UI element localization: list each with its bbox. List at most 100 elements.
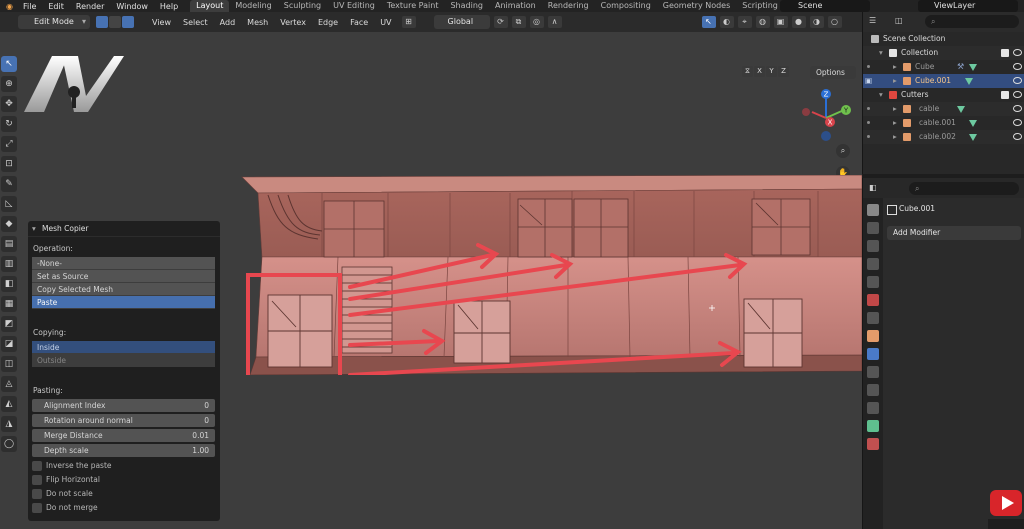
outliner-row-collection[interactable]: ▾ Collection <box>863 46 1024 60</box>
physics-tab-icon[interactable] <box>867 384 879 396</box>
outliner-search-input[interactable]: ⌕ <box>925 15 1019 28</box>
menu-select[interactable]: Select <box>177 18 214 27</box>
menu-uv[interactable]: UV <box>374 18 397 27</box>
output-tab-icon[interactable] <box>867 240 879 252</box>
navigation-gizmo[interactable]: Z Y X <box>800 88 852 144</box>
smooth-tool-icon[interactable]: ◬ <box>1 376 17 392</box>
menu-face[interactable]: Face <box>344 18 374 27</box>
tab-sculpting[interactable]: Sculpting <box>278 0 327 12</box>
shear-tool-icon[interactable]: ◮ <box>1 416 17 432</box>
outliner-row-cutters[interactable]: ▾ Cutters <box>863 88 1024 102</box>
outliner-row-cube[interactable]: ▸ Cube ⚒ <box>863 60 1024 74</box>
face-select-icon[interactable] <box>122 16 134 28</box>
alignment-index-field[interactable]: Alignment Index 0 <box>32 399 215 412</box>
tab-shading[interactable]: Shading <box>444 0 489 12</box>
outliner-row-cube-001[interactable]: ▣ ▸ Cube.001 <box>863 74 1024 88</box>
rotation-around-normal-field[interactable]: Rotation around normal 0 <box>32 414 215 427</box>
transform-tool-icon[interactable]: ⊡ <box>1 156 17 172</box>
extrude-tool-icon[interactable]: ▤ <box>1 236 17 252</box>
knife-tool-icon[interactable]: ◩ <box>1 316 17 332</box>
mode-dropdown[interactable]: Edit Mode <box>18 15 90 29</box>
outliner-row-cable[interactable]: ▸ cable <box>863 102 1024 116</box>
xray-icon[interactable]: ▣ <box>773 16 788 28</box>
3d-viewport[interactable]: ↖ ⊕ ✥ ↻ ⤢ ⊡ ✎ ◺ ◆ ▤ ▥ ◧ ▦ ◩ ◪ ◫ ◬ ◭ ◮ ◯ … <box>0 32 862 529</box>
blender-logo-icon[interactable]: ◉ <box>6 2 17 11</box>
panel-title[interactable]: Mesh Copier <box>28 221 220 237</box>
properties-search-input[interactable]: ⌕ <box>909 182 1019 195</box>
outliner-row-cable-001[interactable]: ▸ cable.001 <box>863 116 1024 130</box>
rip-tool-icon[interactable]: ◯ <box>1 436 17 452</box>
menu-file[interactable]: File <box>17 2 42 11</box>
collection-tab-icon[interactable] <box>867 312 879 324</box>
eye-icon[interactable] <box>1013 91 1022 98</box>
vertex-select-icon[interactable] <box>96 16 108 28</box>
tab-geometry-nodes[interactable]: Geometry Nodes <box>657 0 736 12</box>
particles-tab-icon[interactable] <box>867 366 879 378</box>
tab-modeling[interactable]: Modeling <box>229 0 277 12</box>
data-tab-icon[interactable] <box>867 420 879 432</box>
operation-none-option[interactable]: -None- <box>32 257 215 270</box>
copying-inside-option[interactable]: Inside <box>32 341 215 354</box>
menu-mesh[interactable]: Mesh <box>241 18 274 27</box>
rotate-tool-icon[interactable]: ↻ <box>1 116 17 132</box>
gizmo-icon[interactable]: ⌖ <box>737 16 752 28</box>
expand-arrow-icon[interactable]: ▸ <box>893 116 897 130</box>
menu-view[interactable]: View <box>146 18 177 27</box>
tab-compositing[interactable]: Compositing <box>595 0 657 12</box>
add-cube-tool-icon[interactable]: ◆ <box>1 216 17 232</box>
tab-scripting[interactable]: Scripting <box>736 0 784 12</box>
tab-uv-editing[interactable]: UV Editing <box>327 0 381 12</box>
expand-arrow-icon[interactable]: ▸ <box>893 60 897 74</box>
exclude-checkbox-icon[interactable] <box>1001 91 1009 99</box>
modifier-tab-icon[interactable] <box>867 348 879 360</box>
tool-tab-icon[interactable] <box>867 204 879 216</box>
expand-arrow-icon[interactable]: ▸ <box>893 102 897 116</box>
annotate-tool-icon[interactable]: ✎ <box>1 176 17 192</box>
eye-icon[interactable] <box>1013 119 1022 126</box>
eye-icon[interactable] <box>1013 49 1022 56</box>
exclude-checkbox-icon[interactable] <box>1001 49 1009 57</box>
view-layer-selector[interactable]: ViewLayer <box>918 0 1018 12</box>
tab-animation[interactable]: Animation <box>489 0 542 12</box>
falloff-icon[interactable]: ∧ <box>547 16 562 28</box>
loop-cut-tool-icon[interactable]: ▦ <box>1 296 17 312</box>
editor-type-icon[interactable]: ◧ <box>869 183 877 192</box>
mesh-model[interactable] <box>238 175 862 375</box>
outliner-row-scene-collection[interactable]: Scene Collection <box>863 32 1024 46</box>
do-not-scale-checkbox[interactable]: Do not scale <box>32 487 220 501</box>
world-tab-icon[interactable] <box>867 294 879 306</box>
tab-layout[interactable]: Layout <box>190 0 230 12</box>
select-tool-icon[interactable]: ↖ <box>1 56 17 72</box>
cursor-tool-icon[interactable]: ⊕ <box>1 76 17 92</box>
menu-add[interactable]: Add <box>214 18 242 27</box>
edge-select-icon[interactable] <box>109 16 121 28</box>
axis-x-button[interactable]: X <box>754 66 765 77</box>
copying-outside-option[interactable]: Outside <box>32 354 215 367</box>
expand-arrow-icon[interactable]: ▾ <box>879 88 883 102</box>
operation-copy-selected-option[interactable]: Copy Selected Mesh <box>32 283 215 296</box>
expand-arrow-icon[interactable]: ▸ <box>893 130 897 144</box>
depth-scale-field[interactable]: Depth scale 1.00 <box>32 444 215 457</box>
tab-rendering[interactable]: Rendering <box>542 0 595 12</box>
mirror-toggle-icon[interactable]: ⧖ <box>742 66 753 77</box>
eye-icon[interactable] <box>1013 77 1022 84</box>
eye-icon[interactable] <box>1013 63 1022 70</box>
spin-tool-icon[interactable]: ◫ <box>1 356 17 372</box>
zoom-icon[interactable]: ⌕ <box>836 144 850 158</box>
render-tab-icon[interactable] <box>867 222 879 234</box>
proportional-edit-icon[interactable]: ◎ <box>529 16 544 28</box>
overlays-icon[interactable]: ◍ <box>755 16 770 28</box>
menu-help[interactable]: Help <box>154 2 184 11</box>
display-mode-icon[interactable]: ◫ <box>895 16 903 25</box>
visibility-icon[interactable]: ◐ <box>719 16 734 28</box>
menu-render[interactable]: Render <box>70 2 110 11</box>
editor-type-icon[interactable]: ☰ <box>869 16 876 25</box>
inset-tool-icon[interactable]: ▥ <box>1 256 17 272</box>
shading-rendered-icon[interactable]: ○ <box>827 16 842 28</box>
menu-edit[interactable]: Edit <box>42 2 70 11</box>
transform-pivot-icon[interactable]: ⊞ <box>401 16 416 28</box>
bevel-tool-icon[interactable]: ◧ <box>1 276 17 292</box>
shading-material-icon[interactable]: ◑ <box>809 16 824 28</box>
eye-icon[interactable] <box>1013 105 1022 112</box>
inverse-paste-checkbox[interactable]: Inverse the paste <box>32 459 220 473</box>
